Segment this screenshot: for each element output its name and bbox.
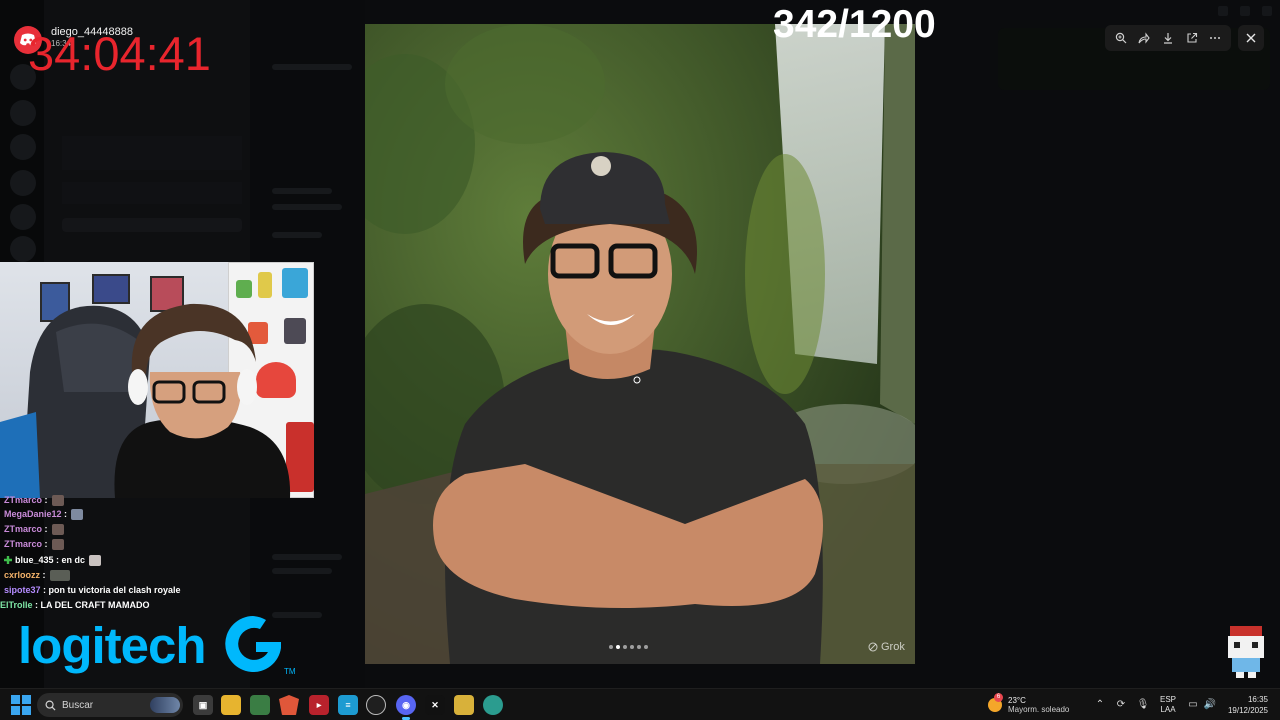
chat-text: LA DEL CRAFT MAMADO — [40, 600, 150, 610]
notes-app-icon[interactable]: ≡ — [338, 695, 358, 715]
weather-temperature: 23°C — [1008, 696, 1026, 705]
store-icon[interactable] — [250, 695, 270, 715]
open-external-icon — [1187, 32, 1197, 43]
logitech-g-icon — [225, 616, 281, 672]
weather-description: Mayorm. soleado — [1008, 705, 1070, 714]
clock-time: 16:35 — [1247, 695, 1268, 704]
person-hair — [131, 303, 256, 374]
chat-username: sipote37 — [4, 585, 41, 595]
share-button[interactable] — [1134, 28, 1154, 48]
language-indicator[interactable]: ESP LAA — [1160, 695, 1176, 715]
chat-text: pon tu victoria del clash royale — [48, 585, 181, 595]
page-dot[interactable] — [616, 645, 620, 649]
brave-browser-icon[interactable] — [279, 695, 299, 715]
chat-emote — [49, 569, 70, 581]
chair-arm — [0, 412, 40, 498]
close-viewer-button[interactable] — [1238, 25, 1264, 51]
download-button[interactable] — [1158, 28, 1178, 48]
weather-badge: 6 — [994, 693, 1003, 702]
image-page-dots — [609, 645, 648, 649]
chat-message: sipote37 : pon tu victoria del clash roy… — [4, 585, 181, 595]
viewer-image[interactable] — [365, 24, 915, 664]
chat-username: cxrloozz — [4, 570, 41, 580]
webcam-feed — [0, 262, 314, 498]
chat-message: cxrloozz : — [4, 568, 70, 582]
logitech-wordmark: logitech — [18, 617, 207, 674]
background-close-icon — [1262, 6, 1272, 16]
chat-emote — [51, 523, 64, 535]
start-button[interactable] — [11, 695, 31, 715]
chat-username: ZTmarco — [4, 539, 43, 549]
stream-counter: 342/1200 — [773, 3, 936, 46]
file-explorer-icon[interactable] — [221, 695, 241, 715]
download-icon — [1163, 33, 1172, 44]
chat-username: ZTmarco — [4, 524, 43, 534]
pixel-mascot-icon — [1228, 626, 1264, 678]
chat-message: blue_435 : en dc — [4, 553, 102, 567]
chat-emote — [51, 494, 64, 506]
page-dot[interactable] — [609, 645, 613, 649]
language-code: ESP — [1160, 695, 1177, 704]
zoom-button[interactable] — [1111, 28, 1131, 48]
chat-username: ElTrolle — [0, 600, 33, 610]
globe-app-icon[interactable] — [483, 695, 503, 715]
chat-message: ZTmarco : — [4, 522, 64, 536]
grok-watermark: Grok — [868, 641, 905, 653]
close-icon — [1246, 33, 1256, 43]
chat-message: ElTrolle : LA DEL CRAFT MAMADO — [0, 600, 150, 610]
obs-icon[interactable] — [366, 695, 386, 715]
chat-messages: ZTmarco : MegaDanie12 : ZTmarco : ZTmarc… — [0, 493, 364, 613]
chat-badge-icon — [4, 556, 12, 564]
chat-message: MegaDanie12 : — [4, 507, 84, 521]
page-dot[interactable] — [630, 645, 634, 649]
viewer-toolbar — [1105, 25, 1231, 51]
more-icon — [1210, 37, 1221, 39]
weather-widget[interactable]: 6 23°C Mayorm. soleado — [988, 693, 1069, 717]
chat-emote — [89, 554, 102, 566]
more-button[interactable] — [1205, 28, 1225, 48]
search-label: Buscar — [62, 699, 94, 711]
grok-icon — [868, 642, 878, 652]
page-dot[interactable] — [637, 645, 641, 649]
clock-date: 19/12/2025 — [1227, 706, 1268, 715]
stream-timer: 34:04:41 — [28, 27, 211, 80]
chat-emote — [51, 538, 64, 550]
tray-overflow-icon[interactable]: ⌃ — [1093, 698, 1107, 712]
page-dot[interactable] — [623, 645, 627, 649]
grok-label: Grok — [881, 641, 905, 653]
page-dot[interactable] — [644, 645, 648, 649]
video-app-icon[interactable]: ▶ — [309, 695, 329, 715]
network-icon[interactable]: ▭ — [1186, 698, 1200, 712]
open-external-button[interactable] — [1182, 28, 1202, 48]
logitech-logo: logitech TM — [18, 612, 308, 682]
chat-username: ZTmarco — [4, 495, 43, 505]
taskbar: Buscar ▣ ▶ ≡ ◉ ✕ 6 23°C Mayorm. soleado … — [0, 688, 1280, 720]
sun-icon: 6 — [988, 693, 1003, 712]
chat-username: MegaDanie12 — [4, 509, 62, 519]
background-minimize-icon — [1218, 6, 1228, 16]
search-icon — [45, 700, 56, 711]
discord-taskbar-icon[interactable]: ◉ — [396, 695, 416, 720]
zoom-icon — [1115, 32, 1127, 44]
capcut-icon[interactable]: ✕ — [425, 695, 445, 715]
taskbar-search[interactable]: Buscar — [37, 693, 183, 717]
chat-message: ZTmarco : — [4, 493, 64, 507]
microphone-icon[interactable]: 🎙 — [1136, 698, 1150, 712]
sync-icon[interactable]: ⟳ — [1114, 698, 1128, 712]
chat-emote — [71, 508, 84, 520]
chat-username: blue_435 — [15, 555, 54, 565]
keyboard-layout: LAA — [1160, 705, 1176, 714]
share-icon — [1138, 32, 1151, 44]
background-maximize-icon — [1240, 6, 1250, 16]
trademark-mark: TM — [284, 667, 296, 676]
chat-message: ZTmarco : — [4, 537, 64, 551]
chat-text: en dc — [61, 555, 86, 565]
taskbar-clock[interactable]: 16:35 19/12/2025 — [1222, 694, 1268, 716]
volume-icon[interactable]: 🔊 — [1203, 698, 1217, 712]
task-view-icon[interactable]: ▣ — [193, 695, 213, 715]
search-highlight-image — [150, 697, 180, 713]
minecraft-launcher-icon[interactable] — [454, 695, 474, 715]
